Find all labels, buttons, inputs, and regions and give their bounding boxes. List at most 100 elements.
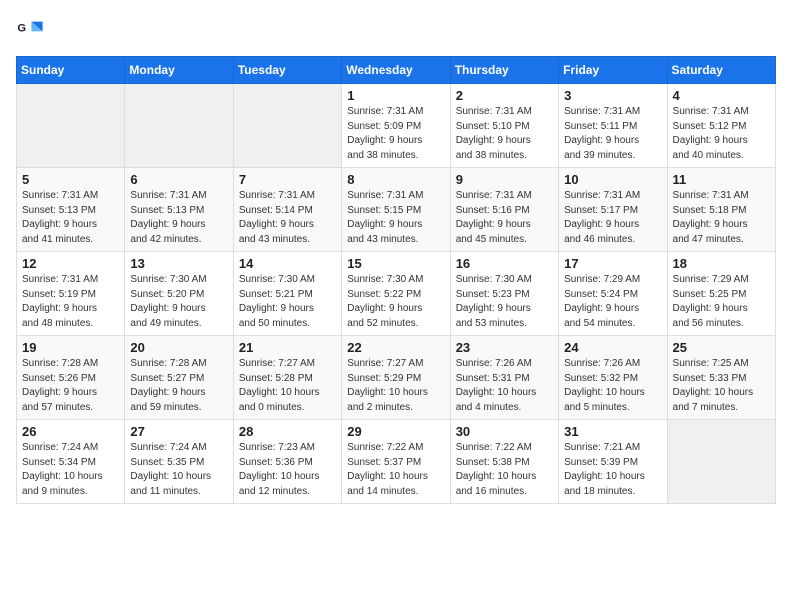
day-number: 6: [130, 172, 227, 187]
day-info: Sunrise: 7:31 AM Sunset: 5:17 PM Dayligh…: [564, 189, 661, 247]
day-info: Sunrise: 7:26 AM Sunset: 5:31 PM Dayligh…: [456, 357, 553, 415]
day-number: 1: [347, 88, 444, 103]
day-number: 18: [673, 256, 770, 271]
day-info: Sunrise: 7:31 AM Sunset: 5:16 PM Dayligh…: [456, 189, 553, 247]
day-number: 7: [239, 172, 336, 187]
day-info: Sunrise: 7:29 AM Sunset: 5:25 PM Dayligh…: [673, 273, 770, 331]
day-info: Sunrise: 7:30 AM Sunset: 5:20 PM Dayligh…: [130, 273, 227, 331]
day-number: 20: [130, 340, 227, 355]
calendar-week-3: 12Sunrise: 7:31 AM Sunset: 5:19 PM Dayli…: [17, 252, 776, 336]
calendar-cell: 25 Sunrise: 7:25 AM Sunset: 5:33 PM Dayli…: [667, 336, 775, 420]
day-info: Sunrise: 7:25 AM Sunset: 5:33 PM Dayligh…: [673, 357, 770, 415]
day-info: Sunrise: 7:28 AM Sunset: 5:27 PM Dayligh…: [130, 357, 227, 415]
calendar-table: SundayMondayTuesdayWednesdayThursdayFrid…: [16, 56, 776, 504]
day-info: Sunrise: 7:28 AM Sunset: 5:26 PM Dayligh…: [22, 357, 119, 415]
day-info: Sunrise: 7:31 AM Sunset: 5:09 PM Dayligh…: [347, 105, 444, 163]
calendar-cell: 21 Sunrise: 7:27 AM Sunset: 5:28 PM Dayli…: [233, 336, 341, 420]
day-number: 19: [22, 340, 119, 355]
day-info: Sunrise: 7:21 AM Sunset: 5:39 PM Dayligh…: [564, 441, 661, 499]
svg-text:G: G: [17, 22, 26, 34]
calendar-cell: 1 Sunrise: 7:31 AM Sunset: 5:09 PM Daylig…: [342, 84, 450, 168]
calendar-week-4: 19 Sunrise: 7:28 AM Sunset: 5:26 PM Dayli…: [17, 336, 776, 420]
calendar-cell: 11 Sunrise: 7:31 AM Sunset: 5:18 PM Dayli…: [667, 168, 775, 252]
day-info: Sunrise: 7:23 AM Sunset: 5:36 PM Dayligh…: [239, 441, 336, 499]
day-info: Sunrise: 7:27 AM Sunset: 5:28 PM Dayligh…: [239, 357, 336, 415]
calendar-cell: 3 Sunrise: 7:31 AM Sunset: 5:11 PM Daylig…: [559, 84, 667, 168]
day-number: 8: [347, 172, 444, 187]
calendar-cell: 4 Sunrise: 7:31 AM Sunset: 5:12 PM Daylig…: [667, 84, 775, 168]
calendar-cell: 5 Sunrise: 7:31 AM Sunset: 5:13 PM Daylig…: [17, 168, 125, 252]
calendar-cell: 17 Sunrise: 7:29 AM Sunset: 5:24 PM Dayli…: [559, 252, 667, 336]
day-number: 12: [22, 256, 119, 271]
day-number: 24: [564, 340, 661, 355]
day-info: Sunrise: 7:24 AM Sunset: 5:35 PM Dayligh…: [130, 441, 227, 499]
day-number: 3: [564, 88, 661, 103]
day-number: 30: [456, 424, 553, 439]
calendar-cell: 29Sunrise: 7:22 AM Sunset: 5:37 PM Dayli…: [342, 420, 450, 504]
day-number: 11: [673, 172, 770, 187]
calendar-cell: [233, 84, 341, 168]
day-info: Sunrise: 7:31 AM Sunset: 5:15 PM Dayligh…: [347, 189, 444, 247]
calendar-cell: 19 Sunrise: 7:28 AM Sunset: 5:26 PM Dayli…: [17, 336, 125, 420]
day-number: 10: [564, 172, 661, 187]
calendar-cell: 22Sunrise: 7:27 AM Sunset: 5:29 PM Dayli…: [342, 336, 450, 420]
day-number: 21: [239, 340, 336, 355]
calendar-cell: 27Sunrise: 7:24 AM Sunset: 5:35 PM Dayli…: [125, 420, 233, 504]
day-info: Sunrise: 7:31 AM Sunset: 5:14 PM Dayligh…: [239, 189, 336, 247]
day-number: 16: [456, 256, 553, 271]
calendar-cell: 30 Sunrise: 7:22 AM Sunset: 5:38 PM Dayli…: [450, 420, 558, 504]
day-number: 17: [564, 256, 661, 271]
calendar-cell: 10 Sunrise: 7:31 AM Sunset: 5:17 PM Dayli…: [559, 168, 667, 252]
calendar-cell: [125, 84, 233, 168]
calendar-cell: 14Sunrise: 7:30 AM Sunset: 5:21 PM Dayli…: [233, 252, 341, 336]
day-number: 2: [456, 88, 553, 103]
day-number: 15: [347, 256, 444, 271]
calendar-cell: 13Sunrise: 7:30 AM Sunset: 5:20 PM Dayli…: [125, 252, 233, 336]
calendar-cell: 24 Sunrise: 7:26 AM Sunset: 5:32 PM Dayli…: [559, 336, 667, 420]
day-info: Sunrise: 7:31 AM Sunset: 5:18 PM Dayligh…: [673, 189, 770, 247]
day-number: 25: [673, 340, 770, 355]
day-number: 22: [347, 340, 444, 355]
day-info: Sunrise: 7:31 AM Sunset: 5:10 PM Dayligh…: [456, 105, 553, 163]
calendar-cell: 6 Sunrise: 7:31 AM Sunset: 5:13 PM Daylig…: [125, 168, 233, 252]
calendar-cell: 18 Sunrise: 7:29 AM Sunset: 5:25 PM Dayli…: [667, 252, 775, 336]
day-number: 31: [564, 424, 661, 439]
calendar-cell: 23 Sunrise: 7:26 AM Sunset: 5:31 PM Dayli…: [450, 336, 558, 420]
calendar-cell: 28 Sunrise: 7:23 AM Sunset: 5:36 PM Dayli…: [233, 420, 341, 504]
calendar-week-1: 1 Sunrise: 7:31 AM Sunset: 5:09 PM Daylig…: [17, 84, 776, 168]
day-number: 28: [239, 424, 336, 439]
day-number: 26: [22, 424, 119, 439]
day-info: Sunrise: 7:30 AM Sunset: 5:22 PM Dayligh…: [347, 273, 444, 331]
day-info: Sunrise: 7:29 AM Sunset: 5:24 PM Dayligh…: [564, 273, 661, 331]
day-header-saturday: Saturday: [667, 57, 775, 84]
calendar-cell: 15 Sunrise: 7:30 AM Sunset: 5:22 PM Dayli…: [342, 252, 450, 336]
calendar-cell: [17, 84, 125, 168]
calendar-week-2: 5 Sunrise: 7:31 AM Sunset: 5:13 PM Daylig…: [17, 168, 776, 252]
day-info: Sunrise: 7:31 AM Sunset: 5:13 PM Dayligh…: [130, 189, 227, 247]
day-number: 9: [456, 172, 553, 187]
calendar-header-row: SundayMondayTuesdayWednesdayThursdayFrid…: [17, 57, 776, 84]
day-header-thursday: Thursday: [450, 57, 558, 84]
day-number: 4: [673, 88, 770, 103]
day-header-sunday: Sunday: [17, 57, 125, 84]
calendar-cell: 8 Sunrise: 7:31 AM Sunset: 5:15 PM Daylig…: [342, 168, 450, 252]
calendar-cell: 12Sunrise: 7:31 AM Sunset: 5:19 PM Dayli…: [17, 252, 125, 336]
page-header: G: [16, 16, 776, 44]
calendar-cell: 2 Sunrise: 7:31 AM Sunset: 5:10 PM Daylig…: [450, 84, 558, 168]
day-info: Sunrise: 7:30 AM Sunset: 5:23 PM Dayligh…: [456, 273, 553, 331]
day-info: Sunrise: 7:31 AM Sunset: 5:11 PM Dayligh…: [564, 105, 661, 163]
day-number: 5: [22, 172, 119, 187]
calendar-cell: 20 Sunrise: 7:28 AM Sunset: 5:27 PM Dayli…: [125, 336, 233, 420]
day-number: 14: [239, 256, 336, 271]
day-info: Sunrise: 7:31 AM Sunset: 5:12 PM Dayligh…: [673, 105, 770, 163]
logo-icon: G: [16, 16, 44, 44]
day-header-friday: Friday: [559, 57, 667, 84]
calendar-week-5: 26Sunrise: 7:24 AM Sunset: 5:34 PM Dayli…: [17, 420, 776, 504]
day-header-monday: Monday: [125, 57, 233, 84]
calendar-cell: [667, 420, 775, 504]
day-info: Sunrise: 7:26 AM Sunset: 5:32 PM Dayligh…: [564, 357, 661, 415]
day-info: Sunrise: 7:22 AM Sunset: 5:38 PM Dayligh…: [456, 441, 553, 499]
day-number: 23: [456, 340, 553, 355]
day-info: Sunrise: 7:31 AM Sunset: 5:13 PM Dayligh…: [22, 189, 119, 247]
day-header-tuesday: Tuesday: [233, 57, 341, 84]
